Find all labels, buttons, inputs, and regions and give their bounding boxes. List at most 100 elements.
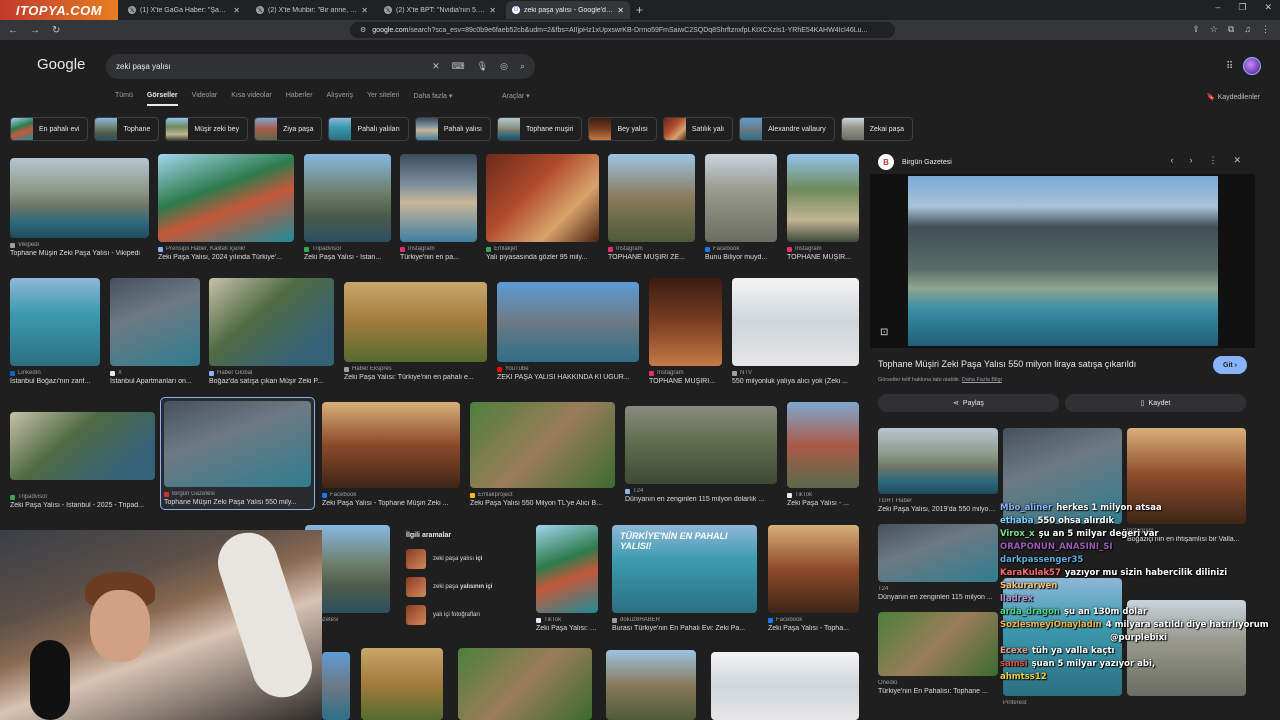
close-window-icon[interactable]: ✕	[1264, 2, 1272, 13]
search-icon[interactable]: ⌕	[520, 61, 525, 72]
result-image[interactable]	[711, 652, 859, 720]
image-result-selected[interactable]: Birgün Gazetesi Tophane Müşiri Zeki Paşa …	[160, 397, 315, 510]
close-icon[interactable]: ✕	[1233, 155, 1241, 166]
image-result[interactable]	[322, 652, 350, 720]
result-image[interactable]	[878, 524, 998, 582]
lens-search-icon[interactable]: ⊡	[880, 327, 888, 338]
mic-icon[interactable]: 🎙	[477, 61, 488, 72]
image-result[interactable]: T24 Dünyanın en zenginleri 115 milyon dol…	[625, 406, 777, 503]
previous-icon[interactable]: ‹	[1170, 155, 1173, 166]
tab-all[interactable]: Tümü	[115, 92, 133, 106]
result-image[interactable]	[164, 401, 311, 487]
result-image[interactable]	[705, 154, 777, 242]
learn-more-link[interactable]: Daha Fazla Bilgi	[962, 377, 1002, 383]
related-image[interactable]: TGRT Haber Zeki Paşa Yalısı, 2019'da 550 …	[878, 428, 998, 513]
tab-images[interactable]: Görseller	[146, 92, 178, 106]
chip[interactable]: Müşir zeki bey	[165, 117, 249, 141]
close-tab-icon[interactable]: ✕	[617, 6, 624, 15]
chip[interactable]: En pahalı evi	[10, 117, 89, 141]
image-result[interactable]: Instagram Türkiye'nin en pa...	[400, 154, 477, 261]
share-button[interactable]: ⋖ Paylaş	[878, 394, 1059, 412]
result-image[interactable]	[878, 612, 998, 676]
close-tab-icon[interactable]: ✕	[233, 6, 240, 15]
image-result[interactable]: TikTok Zeki Paşa Yalısı - ...	[787, 402, 859, 507]
tab-sites[interactable]: Yer siteleri	[367, 92, 399, 106]
tools-button[interactable]: Araçlar ▾	[502, 92, 530, 100]
browser-tab-active[interactable]: Gzeki paşa yalısı - Google'da Ara ✕	[506, 1, 630, 19]
image-result[interactable]: Haber Ekspres Zeki Paşa Yalısı: Türkiye'n…	[344, 282, 487, 381]
chip[interactable]: Zekai paşa	[840, 117, 913, 141]
image-result[interactable]: Facebook Zeki Paşa Yalısı - Tophane Müşir…	[322, 402, 460, 507]
result-image[interactable]	[470, 402, 615, 488]
chip[interactable]: Pahalı yalıları	[328, 117, 409, 141]
save-button[interactable]: ▯ Kaydet	[1065, 394, 1246, 412]
tab-shopping[interactable]: Alışveriş	[327, 92, 353, 106]
keyboard-icon[interactable]: ⌨	[452, 61, 465, 72]
result-image[interactable]	[649, 278, 722, 366]
result-image[interactable]	[878, 428, 998, 494]
browser-tab[interactable]: 𝕏(2) X'te Muhbir: "Bir anne, "31 ...✕	[250, 1, 374, 19]
result-image[interactable]	[768, 525, 859, 613]
chip[interactable]: Bey yalısı	[588, 117, 657, 141]
image-result[interactable]: YouTube ZEKİ PAŞA YALISI HAKKINDA Kİ UĞUR…	[497, 282, 639, 381]
tab-news[interactable]: Haberler	[286, 92, 313, 106]
image-result[interactable]: TÜRKİYE'NİN EN PAHALI YALISI! dokuz8HABER…	[612, 525, 757, 632]
result-image[interactable]	[10, 278, 100, 366]
image-result[interactable]: Tripadvisor Zeki Paşa Yalısı - İstan...	[304, 154, 391, 261]
result-image[interactable]	[787, 154, 859, 242]
chip[interactable]: Tophane muşiri	[497, 117, 583, 141]
image-result[interactable]: Haber Global Boğaz'da satışa çıkan Müşir …	[209, 278, 334, 385]
tab-more[interactable]: Daha fazla ▾	[413, 92, 452, 106]
next-icon[interactable]: ›	[1189, 155, 1192, 166]
image-result[interactable]: Instagram TOPHANE MÜŞİR...	[787, 154, 859, 261]
chip[interactable]: Alexandre vallaury	[739, 117, 835, 141]
image-result[interactable]: Instagram TOPHANE MÜŞİRİ...	[649, 278, 722, 385]
image-result[interactable]: Tripadvisor Zeki Paşa Yalısı - İstanbul -…	[10, 412, 155, 509]
browser-tab[interactable]: 𝕏(2) X'te BPT: "Nvidia'nın 5.000.000.00.…	[378, 1, 502, 19]
close-tab-icon[interactable]: ✕	[489, 6, 496, 15]
result-image[interactable]	[10, 412, 155, 480]
result-image[interactable]	[497, 282, 639, 362]
result-image[interactable]	[304, 154, 391, 242]
result-image[interactable]	[322, 652, 350, 720]
result-image[interactable]	[322, 402, 460, 488]
image-result[interactable]: Instagram TOPHANE MÜŞİRİ ZE...	[608, 154, 695, 261]
chip[interactable]: Satılık yalı	[662, 117, 734, 141]
chip[interactable]: Pahalı yalısı	[414, 117, 491, 141]
result-image[interactable]	[344, 282, 487, 362]
image-result[interactable]: Emlakproject Zeki Paşa Yalısı 550 Milyon …	[470, 402, 615, 507]
site-info-icon[interactable]: ⚙	[360, 26, 366, 34]
tab-videos[interactable]: Videolar	[192, 92, 218, 106]
result-image[interactable]	[606, 650, 696, 720]
bookmark-star-icon[interactable]: ☆	[1210, 24, 1218, 35]
related-item[interactable]: zeki paşa yalısı içi	[406, 545, 515, 573]
result-image[interactable]	[110, 278, 200, 366]
clear-icon[interactable]: ✕	[432, 61, 440, 72]
google-logo[interactable]: Google	[37, 56, 85, 73]
image-result[interactable]: Prensipli Haber, Kaliteli İçerik! Zeki Pa…	[158, 154, 294, 261]
tab-short-videos[interactable]: Kısa videolar	[231, 92, 271, 106]
related-item[interactable]: zeki paşa yalısının içi	[406, 573, 515, 601]
result-image[interactable]	[536, 525, 598, 613]
forward-icon[interactable]: →	[30, 25, 40, 36]
image-result[interactable]	[711, 652, 859, 720]
lens-icon[interactable]: ◎	[500, 61, 508, 72]
chip[interactable]: Tophane	[94, 117, 160, 141]
image-result[interactable]: Emlakjet Yalı piyasasında gözler 95 mily.…	[486, 154, 599, 261]
apps-grid-icon[interactable]: ⠿	[1226, 61, 1233, 72]
image-result[interactable]: NTV 550 milyonluk yalıya alıcı yok (Zeki …	[732, 278, 859, 385]
image-result[interactable]: TikTok Zeki Paşa Yalısı: T...	[536, 525, 598, 632]
related-image[interactable]: T24 Dünyanın en zenginleri 115 milyon ...	[878, 524, 998, 601]
url-field[interactable]: ⚙ google.com/search?sca_esv=89c0b9e6faeb…	[350, 22, 895, 38]
share-page-icon[interactable]: ⇪	[1192, 24, 1200, 35]
restore-icon[interactable]: ❐	[1238, 2, 1246, 13]
image-result[interactable]: X İstanbul Apartmanları on...	[110, 278, 200, 385]
reload-icon[interactable]: ↻	[52, 25, 60, 36]
image-result[interactable]	[606, 650, 696, 720]
image-result[interactable]: Facebook Zeki Paşa Yalısı - Topha...	[768, 525, 859, 632]
result-image[interactable]	[400, 154, 477, 242]
preview-source[interactable]: Birgün Gazetesi	[902, 159, 952, 166]
minimize-icon[interactable]: –	[1215, 2, 1220, 13]
visit-button[interactable]: Git ›	[1213, 356, 1247, 374]
more-options-icon[interactable]: ⋮	[1208, 155, 1217, 166]
